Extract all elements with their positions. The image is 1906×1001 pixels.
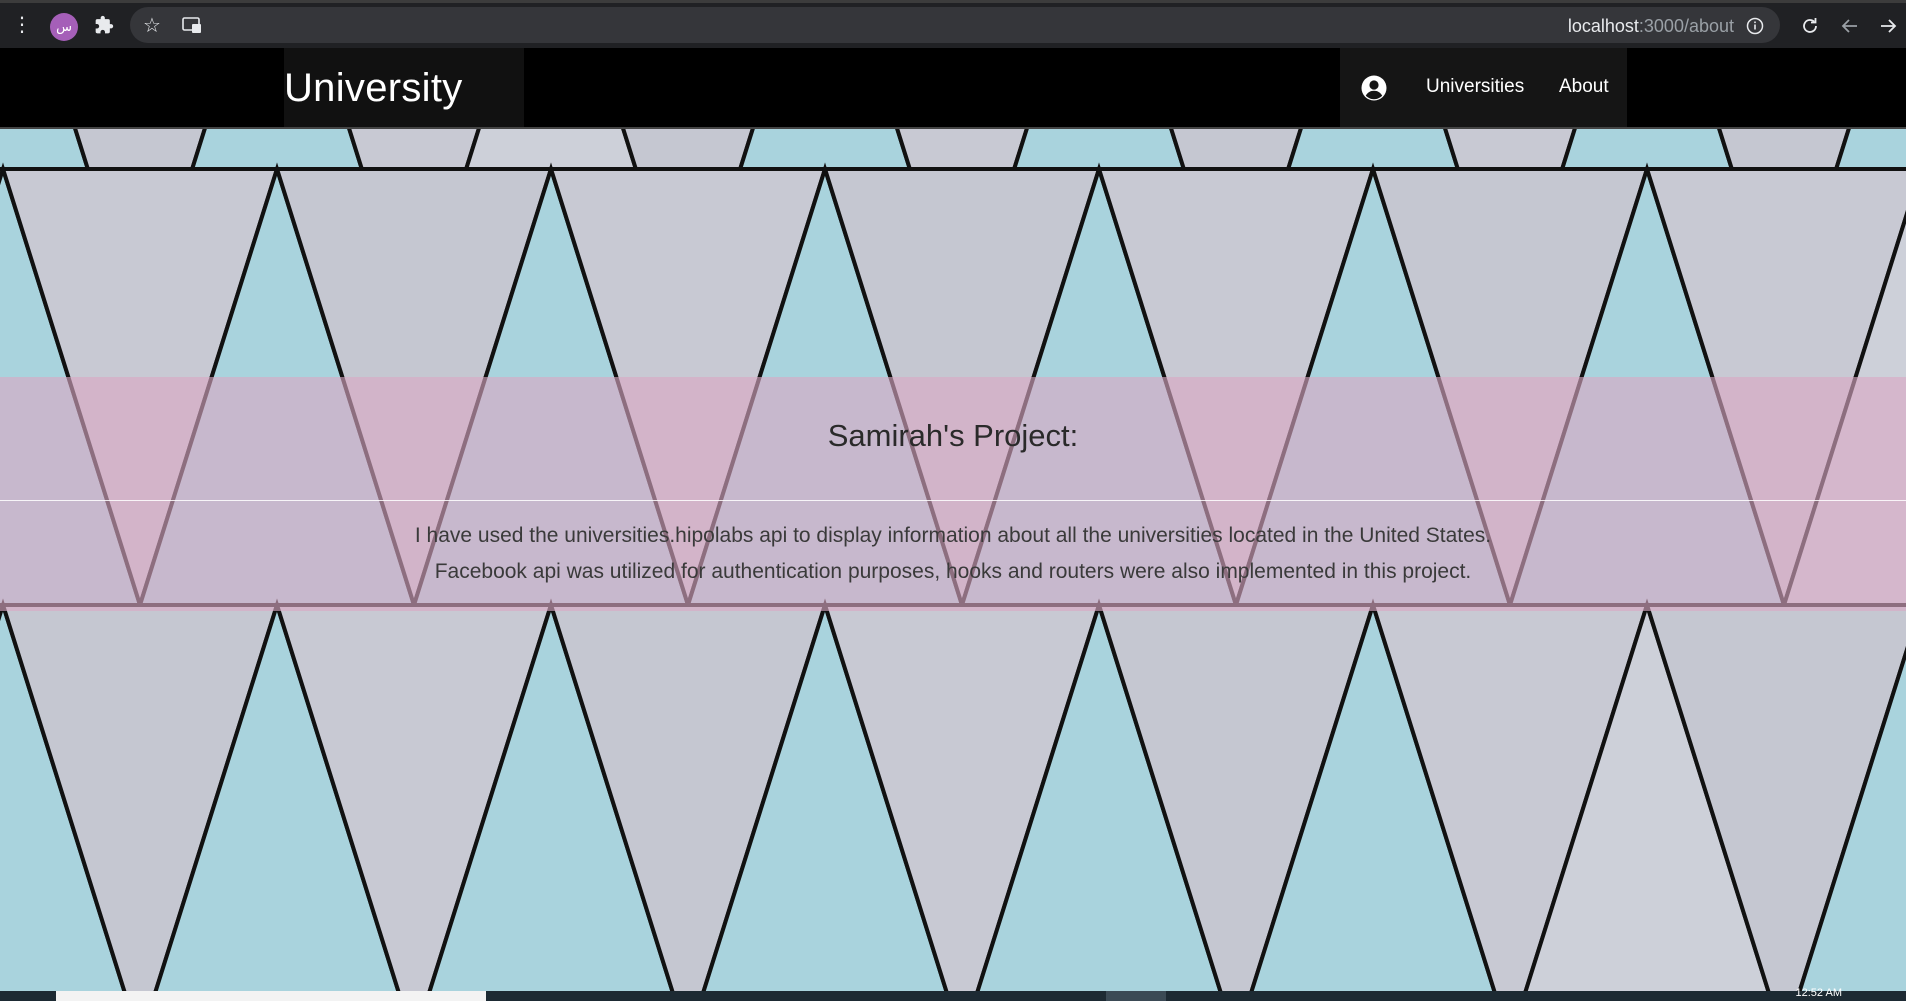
page-viewport: University List Universities About Samir…	[0, 48, 1906, 991]
cast-icon[interactable]	[180, 13, 204, 37]
browser-toolbar: ⋮ س ☆ localhost:3000/about	[0, 0, 1906, 48]
title-divider	[0, 500, 1906, 501]
reload-icon[interactable]	[1798, 14, 1822, 38]
extension-puzzle-icon[interactable]	[92, 13, 116, 37]
taskbar-clock: 12:52 AM	[1795, 987, 1842, 999]
forward-arrow-icon[interactable]	[1876, 14, 1900, 38]
profile-avatar[interactable]: س	[50, 13, 78, 41]
project-description: I have used the universities.hipolabs ap…	[0, 518, 1906, 590]
description-line-2: Facebook api was utilized for authentica…	[434, 560, 1472, 583]
nav-link-universities[interactable]: Universities	[1426, 76, 1524, 98]
description-line-1: I have used the universities.hipolabs ap…	[414, 524, 1492, 547]
info-icon[interactable]	[1744, 15, 1766, 37]
nav-right-group: Universities About	[1340, 48, 1627, 127]
url-text[interactable]: localhost:3000/about	[1568, 16, 1734, 37]
taskbar-active-app[interactable]	[1106, 991, 1166, 1001]
kebab-menu-icon[interactable]: ⋮	[12, 13, 32, 37]
back-arrow-icon[interactable]	[1838, 14, 1862, 38]
user-circle-icon[interactable]	[1361, 75, 1387, 101]
os-taskbar: 12:52 AM	[0, 987, 1906, 1001]
address-bar[interactable]	[130, 7, 1780, 43]
project-title: Samirah's Project:	[827, 418, 1079, 453]
bookmark-star-icon[interactable]: ☆	[140, 13, 164, 37]
nav-link-about[interactable]: About	[1559, 76, 1609, 98]
site-navbar: University List Universities About	[0, 48, 1906, 190]
taskbar-search[interactable]	[56, 991, 486, 1001]
site-brand[interactable]: University List	[284, 48, 524, 190]
